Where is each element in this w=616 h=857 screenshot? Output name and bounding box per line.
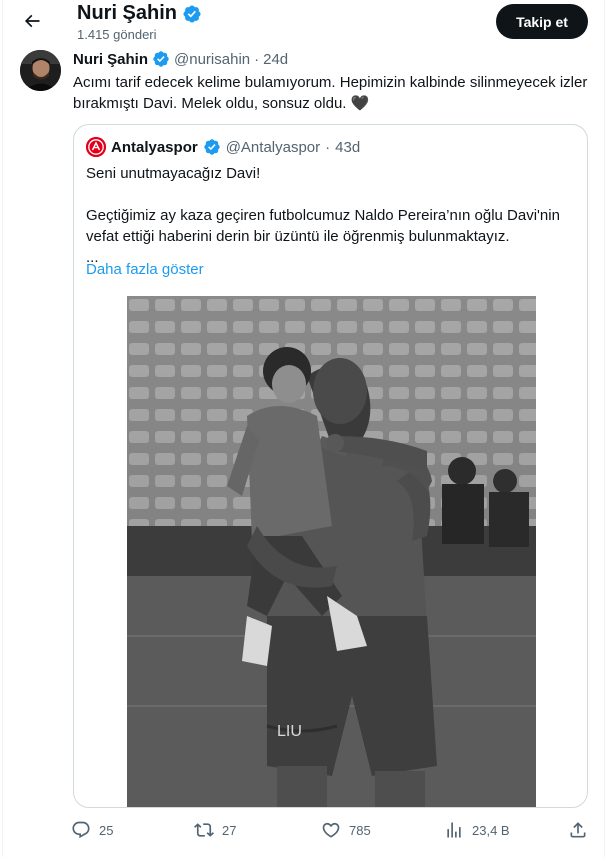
tweet-header: Nuri Şahin @nurisahin · 24d: [73, 50, 288, 68]
quoted-photo[interactable]: LIU: [127, 296, 536, 807]
tweet-actions: 25 27 785 23,4 B: [3, 816, 606, 844]
post-count: 1.415 gönderi: [77, 27, 157, 42]
separator-dot: ·: [325, 138, 331, 156]
share-button[interactable]: [568, 816, 588, 844]
like-count: 785: [349, 822, 371, 838]
quoted-author-name: Antalyaspor: [111, 138, 198, 156]
retweet-count: 27: [222, 822, 237, 838]
tweet-timestamp[interactable]: 24d: [263, 51, 288, 68]
svg-text:LIU: LIU: [277, 723, 302, 740]
antalyaspor-logo-icon: [86, 137, 106, 157]
quoted-text-line1: Seni unutmayacağız Davi!: [86, 165, 261, 182]
back-button[interactable]: [17, 6, 47, 36]
reply-button[interactable]: 25: [71, 816, 113, 844]
verified-badge-icon: [183, 4, 201, 23]
tweet-author-name[interactable]: Nuri Şahin: [73, 51, 148, 68]
timeline-column: Nuri Şahin 1.415 gönderi Takip et Nuri Ş…: [2, 0, 605, 857]
quoted-tweet-text: Seni unutmayacağız Davi! Geçtiğimiz ay k…: [86, 163, 581, 268]
follow-button[interactable]: Takip et: [496, 4, 588, 39]
show-more-link[interactable]: Daha fazla göster: [86, 261, 204, 278]
tweet-author-handle[interactable]: @nurisahin: [174, 51, 250, 68]
header-title-row: Nuri Şahin: [77, 2, 202, 25]
reply-count: 25: [99, 822, 114, 838]
share-icon: [570, 822, 586, 838]
like-icon: [322, 822, 340, 838]
quoted-tweet-header: Antalyaspor @Antalyaspor · 43d: [86, 137, 360, 157]
views-count: 23,4 B: [472, 822, 510, 838]
quoted-timestamp: 43d: [335, 138, 361, 156]
quoted-author-handle: @Antalyaspor: [225, 138, 321, 156]
page-title: Nuri Şahin: [77, 2, 178, 24]
views-icon: [447, 822, 461, 838]
verified-badge-icon: [153, 51, 169, 67]
verified-badge-icon: [204, 139, 220, 155]
avatar[interactable]: [20, 50, 61, 91]
reply-icon: [72, 821, 90, 839]
retweet-icon: [194, 823, 214, 837]
profile-header: Nuri Şahin 1.415 gönderi Takip et: [3, 0, 606, 46]
separator-dot: ·: [254, 50, 260, 68]
quoted-text-line2: Geçtiğimiz ay kaza geçiren futbolcumuz N…: [86, 207, 560, 245]
retweet-button[interactable]: 27: [194, 816, 236, 844]
like-button[interactable]: 785: [321, 816, 371, 844]
views-button[interactable]: 23,4 B: [444, 816, 510, 844]
quoted-tweet[interactable]: Antalyaspor @Antalyaspor · 43d Seni unut…: [73, 124, 588, 808]
tweet-text: Acımı tarif edecek kelime bulamıyorum. H…: [73, 74, 588, 112]
back-arrow-icon: [24, 14, 40, 28]
